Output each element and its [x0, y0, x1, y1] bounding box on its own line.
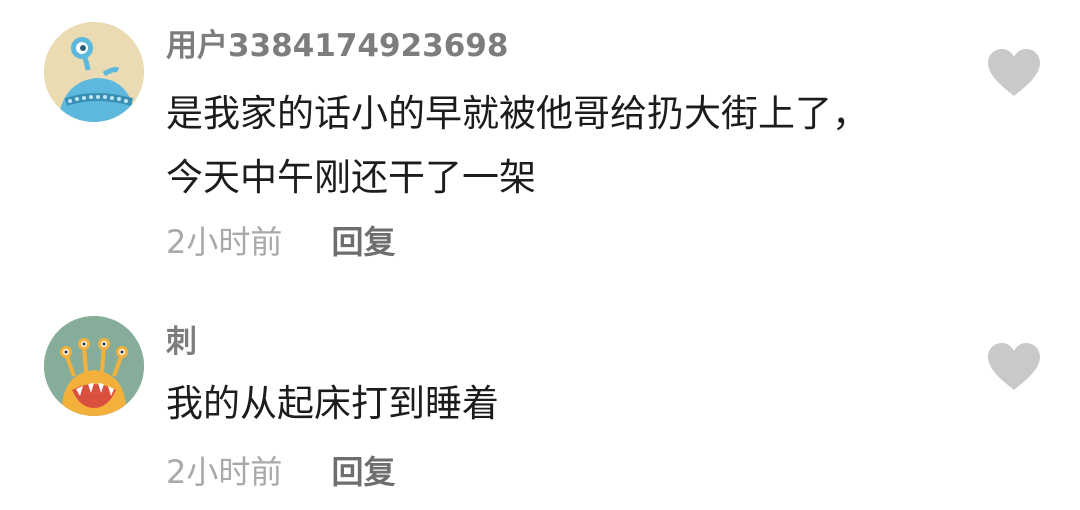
heart-icon — [988, 49, 1040, 96]
username[interactable]: 刺 — [166, 322, 197, 362]
orange-monster-avatar-icon — [44, 316, 144, 416]
reply-button[interactable]: 回复 — [331, 450, 395, 494]
comment-text-line: 今天中午刚还干了一架 — [166, 156, 536, 199]
comment-list: 用户3384174923698 是我家的话小的早就被他哥给扔大街上了， 今天中午… — [0, 0, 1080, 510]
comment-text-line: 是我家的话小的早就被他哥给扔大街上了， — [166, 92, 869, 135]
timestamp: 2小时前 — [166, 453, 283, 491]
heart-icon — [988, 343, 1040, 390]
comment-text-line: 我的从起床打到睡着 — [166, 382, 499, 425]
avatar[interactable] — [44, 316, 144, 416]
blue-alien-avatar-icon — [44, 22, 144, 122]
timestamp: 2小时前 — [166, 223, 283, 261]
comment-meta: 2小时前 回复 — [166, 450, 395, 494]
comment-text: 是我家的话小的早就被他哥给扔大街上了， 今天中午刚还干了一架 — [166, 82, 966, 210]
comment-item: 用户3384174923698 是我家的话小的早就被他哥给扔大街上了， 今天中午… — [0, 0, 1080, 290]
comment-text: 我的从起床打到睡着 — [166, 372, 966, 436]
comment-meta: 2小时前 回复 — [166, 220, 395, 264]
comment-item: 刺 我的从起床打到睡着 2小时前 回复 — [0, 290, 1080, 510]
username[interactable]: 用户3384174923698 — [166, 26, 508, 66]
like-button[interactable] — [986, 342, 1042, 392]
avatar[interactable] — [44, 22, 144, 122]
like-button[interactable] — [986, 48, 1042, 98]
reply-button[interactable]: 回复 — [331, 220, 395, 264]
